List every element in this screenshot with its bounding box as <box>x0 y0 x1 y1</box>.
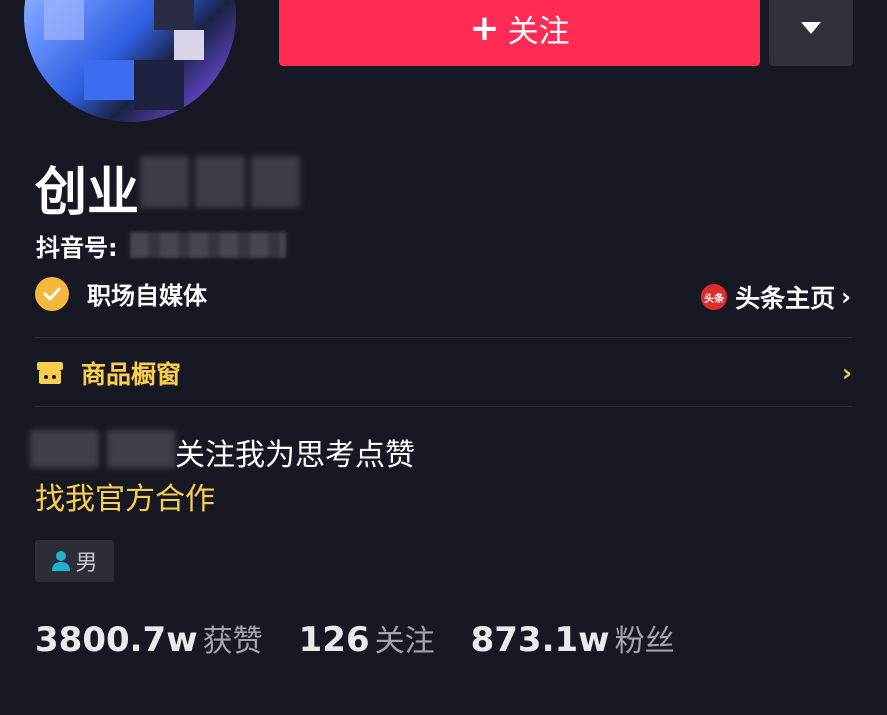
following-label[interactable]: 关注 <box>375 616 435 660</box>
following-count[interactable]: 126 <box>299 620 370 660</box>
plus-icon: + <box>469 7 500 49</box>
gender-tag: 男 <box>35 540 114 582</box>
cooperation-link[interactable]: 找我官方合作 <box>35 474 215 518</box>
douyin-id-label: 抖音号: <box>36 234 118 262</box>
followers-count[interactable]: 873.1w <box>471 620 610 660</box>
douyin-id-redaction <box>130 232 286 258</box>
divider <box>35 406 852 407</box>
showcase-label: 商品橱窗 <box>81 360 182 389</box>
toutiao-link-label: 头条主页 <box>735 284 836 313</box>
bio-redaction <box>30 430 175 468</box>
follow-button[interactable]: + 关注 <box>279 0 760 66</box>
verified-check-icon <box>35 276 69 311</box>
profile-name: 创业 <box>35 163 140 223</box>
name-redaction <box>140 156 300 208</box>
avatar[interactable] <box>24 0 236 122</box>
likes-label: 获赞 <box>202 624 263 659</box>
verification-text: 职场自媒体 <box>87 282 207 310</box>
chevron-right-icon: › <box>841 283 851 311</box>
divider <box>35 337 852 338</box>
bio-line: 关注我为思考点赞 <box>175 438 415 473</box>
verification-row: 职场自媒体 <box>35 276 207 311</box>
gender-label: 男 <box>75 551 98 576</box>
caret-down-icon <box>801 22 821 34</box>
person-icon <box>52 551 71 571</box>
product-showcase-row[interactable]: 商品橱窗 › <box>35 355 852 391</box>
likes-count: 3800.7w <box>35 620 198 660</box>
shop-icon <box>37 362 63 384</box>
chevron-right-icon: › <box>842 359 852 387</box>
toutiao-homepage-link[interactable]: 头条 头条主页 › <box>701 279 851 315</box>
toutiao-icon: 头条 <box>701 284 728 310</box>
follow-label: 关注 <box>507 13 570 50</box>
more-dropdown-button[interactable] <box>769 0 853 66</box>
followers-label[interactable]: 粉丝 <box>615 616 675 660</box>
stats-row: 3800.7w 获赞 126 关注 873.1w 粉丝 <box>35 616 711 660</box>
